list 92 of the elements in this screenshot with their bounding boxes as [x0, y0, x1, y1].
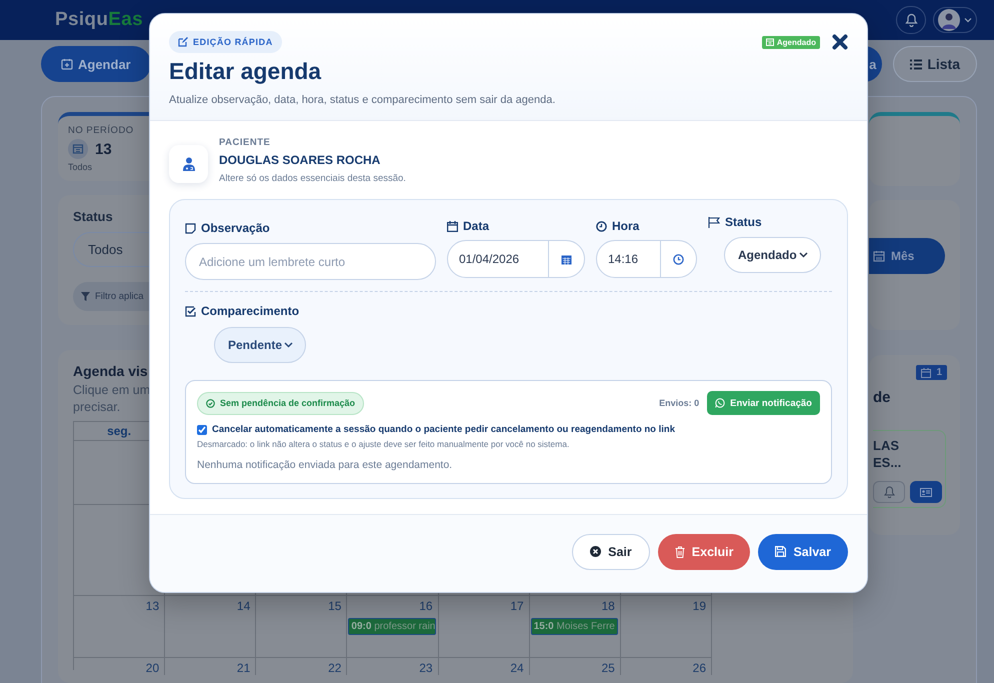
- agenda-hint: precisar.: [73, 399, 120, 416]
- patient-name: ES...: [873, 454, 902, 471]
- quick-edit-badge: EDIÇÃO RÁPIDA: [169, 31, 282, 53]
- send-notification-button[interactable]: Enviar notificação: [707, 391, 820, 415]
- day-number: 20: [146, 661, 160, 675]
- attendance-select[interactable]: Pendente: [214, 327, 306, 363]
- filter-chip-text: Filtro aplica: [95, 291, 144, 302]
- day-number: 23: [419, 661, 434, 675]
- bell-icon: [904, 13, 918, 27]
- caret-icon: [964, 17, 972, 23]
- stat-value: 13: [95, 140, 112, 158]
- date-label: Data: [447, 219, 585, 233]
- confirmation-status: Sem pendência de confirmação: [197, 392, 364, 414]
- list-view-button[interactable]: Lista: [893, 46, 977, 82]
- sends-count: Envios: 0: [659, 398, 700, 408]
- day-number: 19: [692, 599, 707, 613]
- observation-label: Observação: [185, 221, 436, 235]
- day-number: 14: [236, 599, 252, 613]
- status-label: Status: [708, 215, 762, 229]
- calendar-plus-icon: [61, 58, 73, 70]
- day-number: 22: [328, 661, 342, 675]
- calendar-event[interactable]: 09:0 professor rain: [348, 618, 436, 635]
- chat-icon: [715, 398, 726, 408]
- check-circle-icon: [206, 398, 215, 408]
- app-logo: PsiquEas: [55, 9, 143, 31]
- status-tag: Agendado: [762, 36, 820, 48]
- clock-icon: [673, 254, 684, 264]
- attendance-label: Comparecimento: [185, 304, 832, 318]
- day-number: 26: [692, 661, 707, 675]
- delete-button[interactable]: Excluir: [658, 534, 750, 570]
- exit-button[interactable]: Sair: [572, 534, 650, 570]
- time-label: Hora: [596, 219, 697, 233]
- notify-button[interactable]: [873, 481, 905, 503]
- day-number: 25: [601, 661, 616, 675]
- close-button[interactable]: [832, 34, 848, 50]
- observation-input[interactable]: Adicione um lembrete curto: [185, 243, 436, 280]
- patient-label: PACIENTE: [219, 137, 272, 148]
- save-icon: [775, 546, 786, 557]
- stat-label: NO PERÍODO: [68, 125, 134, 136]
- close-circle-icon: [590, 546, 602, 557]
- close-icon: [832, 34, 848, 50]
- save-button[interactable]: Salvar: [758, 534, 848, 570]
- flag-icon: [708, 216, 720, 228]
- doctor-icon: [182, 157, 194, 171]
- details-button[interactable]: [910, 481, 942, 503]
- dialog-subtitle: Atualize observação, data, hora, status e comparecimento sem sair da agenda.: [169, 94, 556, 106]
- patient-name: LAS: [873, 437, 900, 454]
- caret-icon: [798, 252, 808, 258]
- clock-icon: [596, 220, 607, 232]
- id-card-icon: [920, 488, 932, 496]
- side-card-title: de: [873, 389, 891, 406]
- status-label: Status: [73, 209, 113, 224]
- calendar-event[interactable]: 15:0 Moises Ferre: [530, 618, 618, 635]
- day-number: 13: [146, 599, 160, 613]
- calendar-icon: [68, 139, 88, 159]
- calendar-icon: [447, 220, 458, 232]
- note-icon: [185, 222, 196, 234]
- checkbox-icon: [185, 306, 196, 316]
- calendar-icon: [561, 254, 572, 264]
- day-number: 21: [236, 661, 252, 675]
- day-number: 17: [510, 599, 525, 613]
- day-number: 16: [419, 599, 434, 613]
- calendar-icon: [766, 38, 774, 46]
- count-badge: 1: [916, 365, 947, 380]
- list-icon: [910, 58, 922, 70]
- filter-icon: [81, 292, 90, 302]
- auto-cancel-note: Desmarcado: o link não altera o status e o ajuste deve ser feito manualmente por você no sistema.: [197, 439, 570, 449]
- day-number: 24: [510, 661, 525, 675]
- bell-icon: [884, 486, 894, 498]
- calendar-icon: [873, 250, 885, 262]
- user-menu-button[interactable]: [933, 7, 977, 33]
- date-input[interactable]: 01/04/2026: [447, 240, 585, 278]
- patient-name: DOUGLAS SOARES ROCHA: [219, 153, 382, 167]
- notifications-button[interactable]: [896, 6, 926, 34]
- day-number: 15: [328, 599, 342, 613]
- auto-cancel-checkbox[interactable]: [197, 424, 207, 434]
- empty-notifications-message: Nenhuma notificação enviada para este agendamento.: [197, 459, 454, 471]
- time-input[interactable]: 14:16: [596, 240, 697, 278]
- agenda-title: Agenda vis: [73, 363, 148, 379]
- schedule-button[interactable]: Agendar: [41, 46, 151, 82]
- status-select[interactable]: Agendado: [724, 237, 821, 273]
- patient-hint: Altere só os dados essenciais desta sessão.: [219, 173, 406, 184]
- edit-icon: [178, 37, 188, 47]
- avatar-icon: [938, 9, 960, 31]
- day-number: 18: [601, 599, 616, 613]
- calendar-icon: [921, 368, 932, 378]
- caret-icon: [284, 342, 294, 348]
- stat-caption: Todos: [68, 162, 92, 172]
- auto-cancel-label: Cancelar automaticamente a sessão quando o paciente pedir cancelamento ou reagendamento no link: [212, 424, 675, 435]
- trash-icon: [674, 546, 685, 558]
- dialog-title: Editar agenda: [169, 58, 322, 85]
- month-view-button[interactable]: Mês: [869, 238, 945, 274]
